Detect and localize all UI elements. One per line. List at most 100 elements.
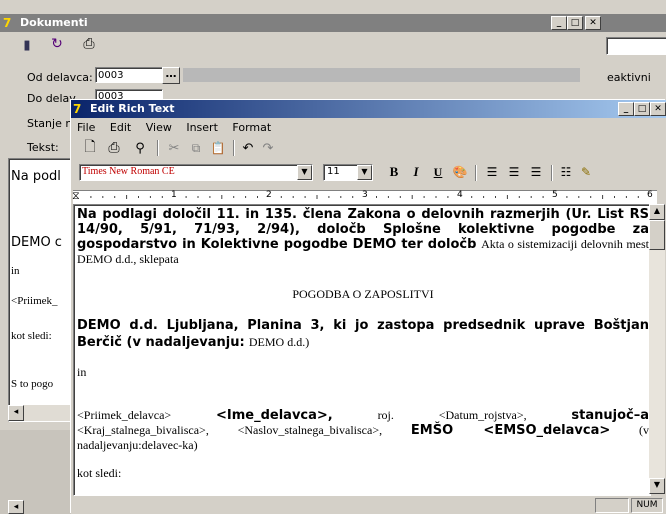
doc-paragraph-2: DEMO d.d. Ljubljana, Planina 3, ki jo za… [77,318,649,351]
preview-line: in [11,265,20,277]
preview-line: kot sledi: [11,330,52,342]
doc-p3-g: EMŠO <EMSO_delavca> [410,423,611,438]
scroll-up-button[interactable]: ▲ [649,204,665,220]
doc-p2-bold: DEMO d.d. Ljubljana, Planina 3, ki jo za… [77,318,649,350]
editor-maximize-button[interactable]: □ [634,102,650,116]
editor-status-bar: NUM [71,496,666,514]
color-palette-icon[interactable]: 🎨 [449,162,471,182]
ruler-number: 3 [362,190,368,200]
od-delavca-input[interactable] [95,67,163,83]
standard-toolbar: 🗋 ⎙ ⚲ ✂ ⧉ 📋 ↶ ↷ [71,136,666,160]
align-right-icon[interactable]: ☰ [525,162,547,182]
bullet-list-icon[interactable]: ☷ [555,162,577,182]
menu-file[interactable]: File [77,121,95,134]
tekst-preview[interactable]: Na podl DEMO c in <Priimek_ kot sledi: S… [8,158,74,422]
stanje-label: Stanje n [27,117,73,130]
refresh-icon[interactable]: ↻ [46,34,68,54]
doc-vscrollbar[interactable]: ▲ ▼ [649,204,665,494]
align-left-icon[interactable]: ☰ [481,162,503,182]
preview-line: DEMO c [11,235,62,250]
new-document-icon[interactable]: 🗋 [79,138,101,158]
undo-icon[interactable]: ↶ [237,138,259,158]
doc-in: in [77,365,87,379]
format-toolbar: Times New Roman CE ▼ 11 ▼ B I U 🎨 ☰ ☰ ☰ … [71,162,666,184]
doc-p2-serif: DEMO d.d.) [248,335,310,349]
chevron-down-icon[interactable]: ▼ [297,165,312,180]
status-num: NUM [636,500,658,510]
doc-p3-a: <Priimek_delavca> [77,408,172,422]
ruler-number: 1 [171,190,177,200]
editor-logo-icon: 7 [73,102,82,116]
toolbar-separator [475,165,476,181]
dokumenti-title-right [610,14,666,32]
menu-view[interactable]: View [146,121,172,134]
find-icon[interactable]: ⚲ [129,138,151,158]
bottom-scroll-button[interactable]: ◂ [8,500,24,514]
toolbar-right-field[interactable] [606,37,666,55]
scroll-down-button[interactable]: ▼ [649,478,665,494]
copy-icon[interactable]: ⧉ [185,138,207,158]
doc-paragraph-3: <Priimek_delavca> <Ime_delavca>, roj. <D… [77,408,649,452]
scroll-thumb[interactable] [649,220,665,250]
menu-insert[interactable]: Insert [186,121,218,134]
od-delavca-name-display [183,68,580,82]
doc-kot-sledi: kot sledi: [77,466,122,480]
menu-format[interactable]: Format [232,121,271,134]
od-delavca-label: Od delavca: [27,71,93,84]
status-panel [595,498,629,513]
toolbar-separator [157,140,158,156]
preview-line: S to pogo [11,378,54,390]
doc-p3-e: stanujoč–a [571,408,650,423]
minimize-button[interactable]: _ [551,16,567,30]
do-delavca-label: Do delav [27,92,76,105]
doc-p3-c: roj. [377,408,394,422]
font-size-value: 11 [327,166,340,177]
editor-minimize-button[interactable]: _ [618,102,634,116]
underline-icon[interactable]: U [427,162,449,182]
preview-line: <Priimek_ [11,295,58,307]
preview-line: Na podl [11,169,61,184]
dokumenti-titlebar[interactable]: 7 Dokumenti _ □ ✕ [0,14,610,32]
tekst-label: Tekst: [27,141,59,154]
italic-icon[interactable]: I [405,162,427,182]
highlight-icon[interactable]: ✎ [575,162,597,182]
close-button[interactable]: ✕ [585,16,601,30]
print-icon[interactable]: ⎙ [103,138,125,158]
doc-p3-f: <Kraj_stalnega_bivalisca>, <Naslov_staln… [77,423,383,437]
rich-text-document[interactable]: Na podlagi določil 11. in 135. člena Zak… [73,204,651,496]
editor-menu-bar: File Edit View Insert Format [77,121,282,134]
font-name-value: Times New Roman CE [82,166,175,177]
toolbar-separator [551,165,552,181]
chevron-down-icon[interactable]: ▼ [357,165,372,180]
doc-p3-d: <Datum_rojstva>, [438,408,527,422]
font-size-select[interactable]: 11 ▼ [323,164,373,181]
menu-edit[interactable]: Edit [110,121,131,134]
book-icon[interactable]: ▮ [16,35,38,55]
ruler-number: 5 [552,190,558,200]
font-name-select[interactable]: Times New Roman CE ▼ [79,164,313,181]
maximize-button[interactable]: □ [567,16,583,30]
status-num-panel: NUM [631,498,663,513]
editor-title: Edit Rich Text [90,102,175,115]
paste-icon[interactable]: 📋 [207,138,229,158]
doc-p3-b: <Ime_delavca>, [216,408,333,423]
edit-rich-text-window: 7 Edit Rich Text _ □ ✕ File Edit View In… [71,100,666,514]
align-center-icon[interactable]: ☰ [503,162,525,182]
editor-close-button[interactable]: ✕ [650,102,666,116]
od-delavca-lookup-button[interactable]: … [162,67,180,84]
bold-icon[interactable]: B [383,162,405,182]
ruler-number: 2 [266,190,272,200]
ruler[interactable]: ⧖ 1 2 3 4 5 6 [72,189,657,204]
doc-content: Na podlagi določil 11. in 135. člena Zak… [77,207,649,481]
ruler-number: 6 [647,190,653,200]
cut-icon[interactable]: ✂ [163,138,185,158]
redo-icon[interactable]: ↷ [257,138,279,158]
toolbar-separator [233,140,234,156]
preview-hscrollbar[interactable]: ◂ [8,405,72,421]
scroll-left-button[interactable]: ◂ [8,405,24,421]
ruler-number: 4 [457,190,463,200]
editor-titlebar[interactable]: 7 Edit Rich Text _ □ ✕ [71,100,666,118]
print-icon[interactable]: ⎙ [78,34,100,54]
app-logo-icon: 7 [3,16,12,30]
dokumenti-title: Dokumenti [20,16,88,29]
